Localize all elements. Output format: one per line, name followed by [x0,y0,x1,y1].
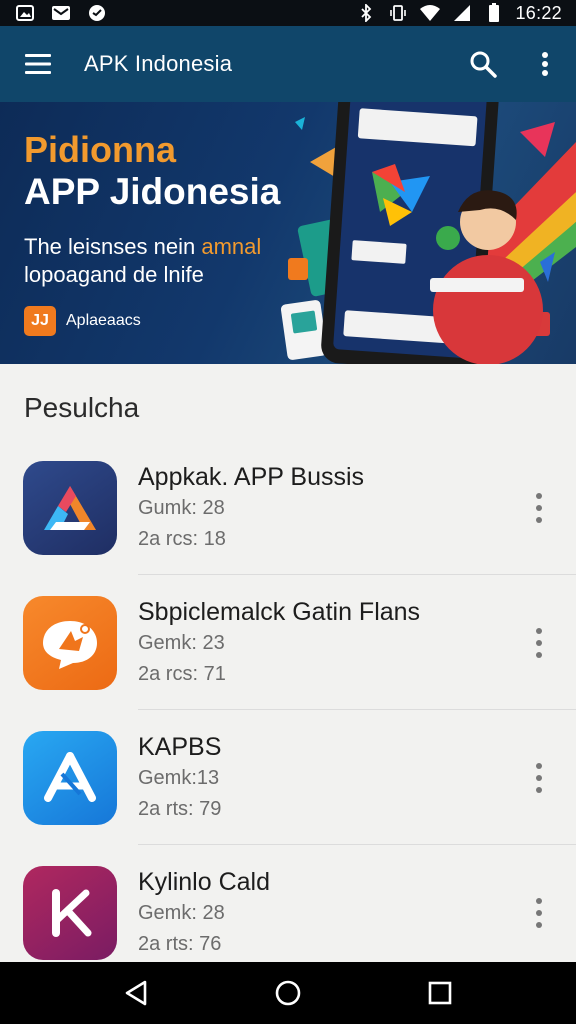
chat-icon [86,4,108,22]
list-item[interactable]: Sbpiclemalck Gatin Flans Gemk: 23 2a rcs… [0,575,576,710]
back-triangle-icon[interactable] [106,968,166,1018]
battery-icon [483,3,505,22]
gallery-icon [14,4,36,22]
list-item[interactable]: KAPBS Gemk:13 2a rts: 79 [0,710,576,845]
app-meta-2: 2a rcs: 71 [138,662,226,685]
more-vert-icon[interactable] [524,488,554,528]
list-item[interactable]: Kylinlo Cald Gemk: 28 2a rts: 76 [0,845,576,980]
chat-bubble-logo-icon [23,595,117,690]
app-meta-2: 2a rts: 79 [138,797,222,820]
banner-title-line1: Pidionna [24,129,176,170]
app-name: KAPBS [138,732,222,761]
app-title: APK Indonesia [84,51,233,76]
app-name: Appkak. APP Bussis [138,462,365,491]
hamburger-menu-icon[interactable] [0,26,76,102]
banner-brand: JJ Aplaeaacs [24,306,141,336]
app-list: Appkak. APP Bussis Gumk: 28 2a rcs: 18 S… [0,440,576,980]
banner-title-line2: APP Jidonesia [24,171,281,212]
more-vert-icon[interactable] [524,893,554,933]
list-item[interactable]: Appkak. APP Bussis Gumk: 28 2a rcs: 18 [0,440,576,575]
app-meta-1: Gemk: 28 [138,901,225,924]
app-name: Kylinlo Cald [138,867,271,896]
signal-icon [451,4,473,22]
more-vert-icon[interactable] [524,623,554,663]
banner-subtitle-prefix: The leisnses nein [24,234,202,259]
bluetooth-icon [355,4,377,22]
mail-icon [50,4,72,22]
navigation-bar [0,962,576,1024]
more-vert-icon[interactable] [514,26,576,102]
app-meta-1: Gumk: 28 [138,496,225,519]
app-bar: APK Indonesia [0,26,576,102]
status-bar: 16:22 [0,0,576,26]
app-store-logo-icon [23,730,117,825]
banner-subtitle-highlight: amnal [201,234,262,259]
banner-subtitle-line1: The leisnses nein amnal [24,234,280,260]
recents-square-icon[interactable] [410,968,470,1018]
app-meta-1: Gemk: 23 [138,631,225,654]
home-circle-icon[interactable] [258,968,318,1018]
app-meta-2: 2a rcs: 18 [138,527,226,550]
app-meta-1: Gemk:13 [138,766,220,789]
arrow-logo-icon [23,460,117,555]
kx-logo-icon [23,865,117,960]
app-name: Sbpiclemalck Gatin Flans [138,597,421,626]
vibrate-icon [387,4,409,22]
more-vert-icon[interactable] [524,758,554,798]
brand-logo: JJ [24,306,56,336]
wifi-icon [419,4,441,22]
status-time: 16:22 [515,2,562,23]
app-meta-2: 2a rts: 76 [138,932,222,955]
promo-banner[interactable]: Pidionna APP Jidonesia The leisnses nein… [0,102,576,364]
section-title: Pesulcha [24,392,140,423]
search-icon[interactable] [452,26,514,102]
banner-subtitle-line2: lopoagand de lnife [24,262,204,287]
brand-name: Aplaeaacs [66,312,141,329]
